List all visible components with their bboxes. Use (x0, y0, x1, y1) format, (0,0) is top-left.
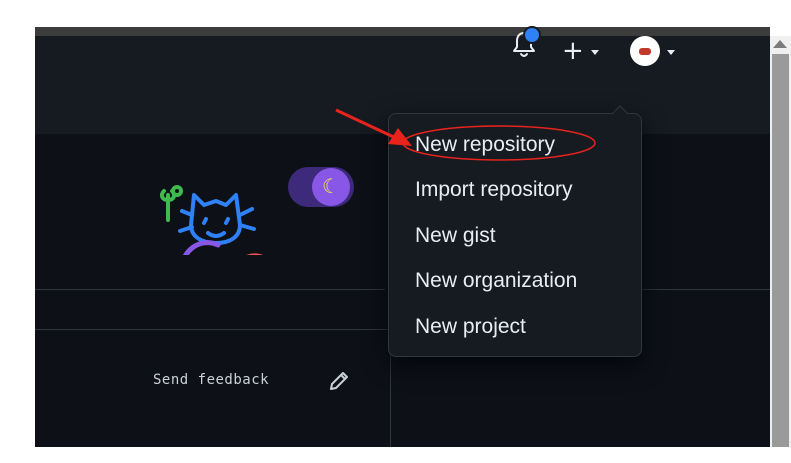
send-feedback-link[interactable]: Send feedback (153, 372, 269, 388)
plus-icon: + (562, 36, 584, 66)
screenshot-left-margin (0, 27, 35, 463)
menu-item-new-gist[interactable]: New gist (415, 224, 496, 248)
menu-pointer-fill (613, 107, 627, 114)
menu-item-import-repository[interactable]: Import repository (415, 178, 573, 202)
pencil-icon[interactable] (327, 369, 351, 393)
menu-item-new-repository[interactable]: New repository (415, 133, 555, 157)
section-divider (35, 289, 385, 290)
avatar-icon (630, 36, 660, 66)
scrollbar-thumb[interactable] (772, 54, 789, 447)
user-menu-button[interactable] (630, 35, 685, 67)
notification-indicator-dot (523, 26, 541, 44)
chevron-down-icon (667, 49, 675, 55)
screenshot-bottom-margin (0, 447, 791, 463)
section-divider (35, 329, 390, 330)
theme-toggle-knob: ☾ (312, 168, 350, 206)
moon-icon: ☾ (322, 176, 340, 198)
menu-item-new-project[interactable]: New project (415, 315, 526, 339)
scroll-up-arrow-icon[interactable] (773, 40, 787, 48)
chevron-down-icon (590, 49, 599, 55)
create-new-button[interactable]: + (562, 36, 606, 66)
menu-item-new-organization[interactable]: New organization (415, 269, 577, 293)
browser-top-strip (0, 0, 791, 27)
section-divider (640, 289, 770, 290)
